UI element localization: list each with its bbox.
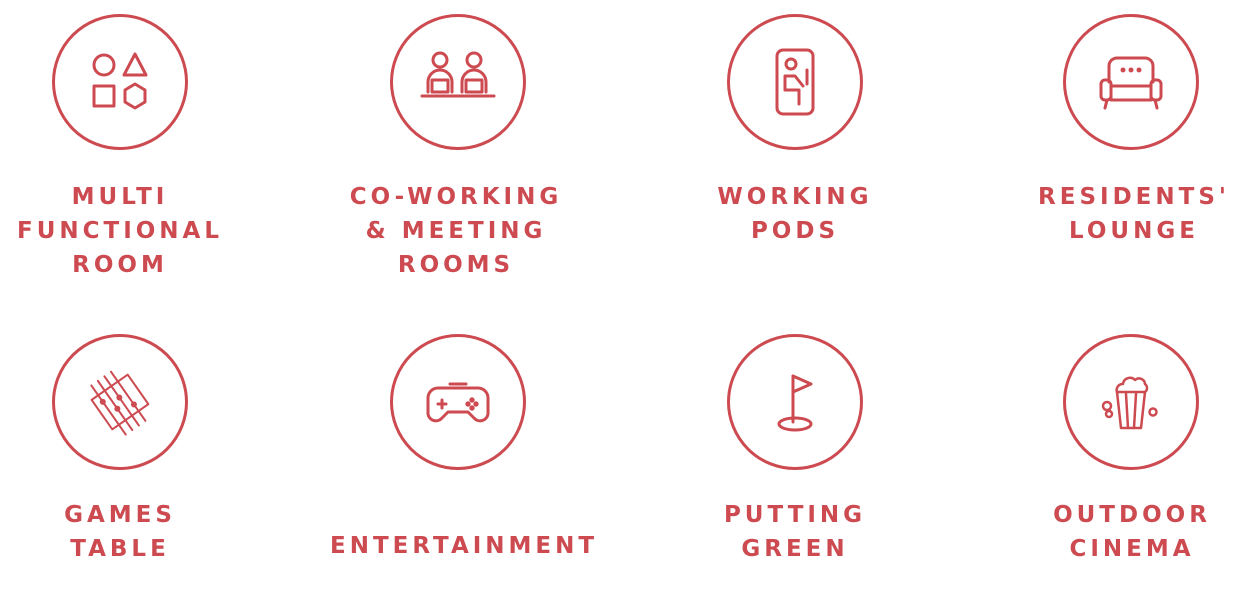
amenity-icon-ring-outdoor-cinema <box>1063 334 1199 470</box>
amenity-icon-ring-coworking <box>390 14 526 150</box>
amenity-icon-ring-residents-lounge <box>1063 14 1199 150</box>
golf-flag-icon <box>777 374 813 432</box>
amenity-label-putting-green: PUTTING GREEN <box>723 502 867 562</box>
game-controller-icon <box>426 382 490 423</box>
amenity-label-residents-lounge: RESIDENTS' LOUNGE <box>1038 184 1230 244</box>
coworking-people-icon <box>420 51 496 98</box>
amenity-label-working-pods: WORKING PODS <box>717 184 873 244</box>
amenity-label-coworking: CO-WORKING & MEETING ROOMS <box>349 184 563 278</box>
amenity-label-outdoor-cinema: OUTDOOR CINEMA <box>1053 502 1211 562</box>
shapes-icon <box>92 52 148 110</box>
amenity-icon-ring-putting-green <box>727 334 863 470</box>
foosball-table-icon <box>90 370 150 436</box>
amenity-icon-ring-games-table <box>52 334 188 470</box>
amenity-icon-ring-multi-functional <box>52 14 188 150</box>
amenity-label-entertainment: ENTERTAINMENT <box>330 533 599 559</box>
amenity-label-multi-functional: MULTI FUNCTIONAL ROOM <box>16 184 224 278</box>
armchair-icon <box>1099 56 1163 110</box>
amenity-icon-ring-entertainment <box>390 334 526 470</box>
amenity-icon-ring-working-pods <box>727 14 863 150</box>
popcorn-icon <box>1101 376 1158 430</box>
working-pod-icon <box>775 48 815 116</box>
amenity-label-games-table: GAMES TABLE <box>64 502 176 562</box>
